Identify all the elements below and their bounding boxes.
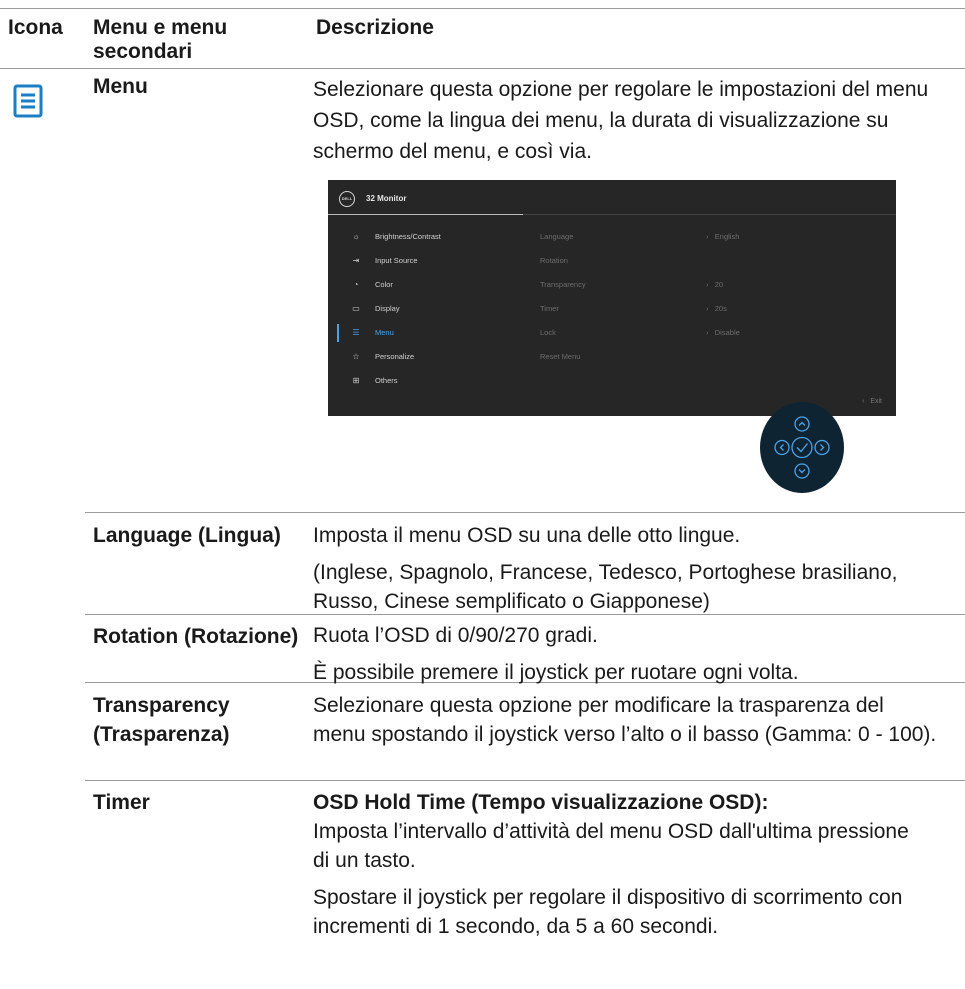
language-name: Language (Lingua) [93,524,281,547]
osd-item-brightness[interactable]: ☼ Brightness/Contrast [351,230,441,244]
chevron-right-icon: › [706,328,709,337]
osd-exit-button[interactable]: ‹ Exit [862,398,882,405]
transparency-desc-line: Selezionare questa opzione per modificar… [313,694,937,746]
osd-header-progress [328,214,523,215]
osd-value-timer: › 20s [706,302,727,316]
chevron-left-icon: ‹ [862,398,865,405]
row-rule [85,512,965,513]
chevron-right-icon: › [706,280,709,289]
osd-sub-rotation[interactable]: Rotation [540,254,568,268]
timer-desc-line: Spostare il joystick per regolare il dis… [313,886,903,938]
osd-title: 32 Monitor [366,194,407,203]
osd-item-input-source[interactable]: ⇥ Input Source [351,254,418,268]
osd-sub-lock[interactable]: Lock [540,326,556,340]
osd-item-others[interactable]: ⊞ Others [351,374,398,388]
osd-item-label: Menu [375,328,394,337]
osd-value-text: Disable [714,328,740,337]
menu-list-icon [13,84,43,118]
rotation-desc-line: È possibile premere il joystick per ruot… [313,661,799,684]
transparency-name: Transparency (Trasparenza) [93,694,230,746]
timer-desc-heading: OSD Hold Time (Tempo visualizzazione OSD… [313,791,769,814]
language-description: Imposta il menu OSD su una delle otto li… [313,521,943,624]
osd-header-rule [523,214,896,215]
input-source-icon: ⇥ [352,256,360,265]
osd-value-language: › English [706,230,739,244]
timer-description: OSD Hold Time (Tempo visualizzazione OSD… [313,788,943,949]
header-icon: Icona [8,16,63,39]
language-desc-line: Imposta il menu OSD su una delle otto li… [313,524,741,547]
osd-item-label: Others [375,376,398,385]
others-icon: ⊞ [352,376,360,385]
dell-logo: DELL [339,191,355,207]
osd-sub-language[interactable]: Language [540,230,573,244]
transparency-description: Selezionare questa opzione per modificar… [313,691,943,757]
timer-desc-line: Imposta l’intervallo d’attività del menu… [313,820,909,872]
rotation-description: Ruota l’OSD di 0/90/270 gradi. È possibi… [313,621,943,695]
chevron-right-icon: › [706,232,709,241]
header-rule [0,68,965,69]
osd-value-transparency: › 20 [706,278,723,292]
osd-item-label: Personalize [375,352,415,361]
row-rule [85,780,965,781]
menu-icon: ☰ [352,328,360,337]
osd-item-label: Brightness/Contrast [375,232,441,241]
osd-value-lock: › Disable [706,326,740,340]
osd-item-personalize[interactable]: ☆ Personalize [351,350,414,364]
joystick-icon [760,402,844,493]
osd-value-text: 20 [714,280,724,289]
osd-item-color[interactable]: ◔ Color [351,278,393,292]
rotation-desc-line: Ruota l’OSD di 0/90/270 gradi. [313,624,598,647]
menu-description: Selezionare questa opzione per regolare … [313,74,943,175]
osd-header: DELL 32 Monitor [328,180,896,216]
header-menu: Menu e menu secondari [93,16,228,63]
menu-name: Menu [93,75,148,98]
osd-screenshot: DELL 32 Monitor ☼ Brightness/Contrast ⇥ In… [328,180,896,416]
osd-sub-reset-menu[interactable]: Reset Menu [540,350,580,364]
brightness-icon: ☼ [352,232,360,241]
osd-item-label: Display [375,304,400,313]
color-icon: ◔ [353,280,359,289]
timer-name: Timer [93,791,150,814]
chevron-right-icon: › [706,304,709,313]
osd-item-menu[interactable]: ☰ Menu [351,326,394,340]
display-icon: ▭ [352,304,360,313]
language-desc-line: (Inglese, Spagnolo, Francese, Tedesco, P… [313,561,898,613]
osd-sub-timer[interactable]: Timer [540,302,559,316]
table-top-rule [0,8,965,9]
osd-sub-transparency[interactable]: Transparency [540,278,586,292]
osd-item-label: Input Source [375,256,418,265]
osd-selection-bar [337,324,339,342]
star-icon: ☆ [352,352,360,361]
osd-value-text: English [714,232,740,241]
header-description: Descrizione [316,16,434,39]
osd-exit-label: Exit [870,398,882,405]
menu-description-text: Selezionare questa opzione per regolare … [313,78,929,163]
rotation-name: Rotation (Rotazione) [93,625,299,648]
osd-item-label: Color [375,280,393,289]
osd-item-display[interactable]: ▭ Display [351,302,400,316]
osd-value-text: 20s [714,304,727,313]
